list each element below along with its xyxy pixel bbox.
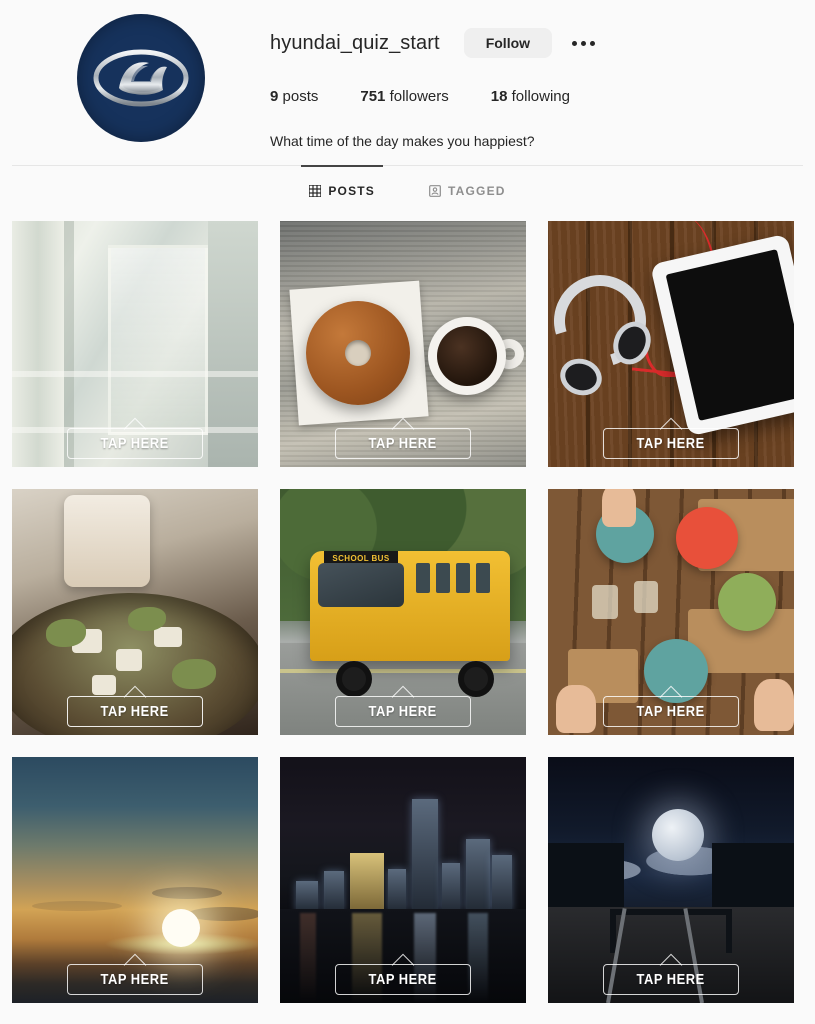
more-options-icon[interactable] (570, 35, 597, 52)
tap-here-label: TAP HERE (100, 703, 170, 720)
stat-following[interactable]: 18 following (491, 88, 570, 105)
tap-here-button[interactable]: TAP HERE (603, 428, 739, 459)
tap-here-button[interactable]: TAP HERE (67, 964, 203, 995)
tap-here-button[interactable]: TAP HERE (603, 964, 739, 995)
dot (590, 40, 596, 46)
tap-here-button[interactable]: TAP HERE (603, 696, 739, 727)
tap-here-button[interactable]: TAP HERE (335, 428, 471, 459)
grid-post-5[interactable]: SCHOOL BUS TAP HERE (280, 489, 526, 735)
tab-tagged[interactable]: TAGGED (429, 166, 506, 216)
profile-bio: What time of the day makes you happiest? (270, 133, 535, 149)
grid-post-3[interactable]: TAP HERE (548, 221, 794, 467)
stat-followers-label: followers (389, 88, 449, 105)
profile-tabs: POSTS TAGGED (12, 164, 803, 216)
dot (572, 40, 578, 46)
tap-here-button[interactable]: TAP HERE (335, 696, 471, 727)
profile-header: hyundai_quiz_start Follow 9 posts 751 fo… (0, 0, 815, 165)
grid-post-1[interactable]: TAP HERE (12, 221, 258, 467)
tap-here-button[interactable]: TAP HERE (67, 428, 203, 459)
stat-following-label: following (511, 88, 570, 105)
tap-here-label: TAP HERE (636, 971, 706, 988)
stat-following-value: 18 (490, 88, 508, 105)
username-row: hyundai_quiz_start Follow (270, 26, 803, 60)
tap-here-label: TAP HERE (100, 435, 170, 452)
posts-grid: TAP HERE TAP HERE TAP HERE TAP HERE SCHO… (0, 215, 815, 1003)
tap-here-label: TAP HERE (368, 971, 438, 988)
stat-posts-value: 9 (270, 88, 279, 105)
tab-posts-label: POSTS (328, 183, 376, 198)
grid-post-8[interactable]: TAP HERE (280, 757, 526, 1003)
tagged-person-icon (429, 184, 441, 197)
instagram-profile-page: hyundai_quiz_start Follow 9 posts 751 fo… (0, 0, 815, 1024)
tap-here-button[interactable]: TAP HERE (67, 696, 203, 727)
grid-post-9[interactable]: TAP HERE (548, 757, 794, 1003)
grid-post-2[interactable]: TAP HERE (280, 221, 526, 467)
profile-meta: hyundai_quiz_start Follow 9 posts 751 fo… (270, 12, 803, 165)
grid-post-4[interactable]: TAP HERE (12, 489, 258, 735)
tap-here-label: TAP HERE (100, 971, 170, 988)
hyundai-logo-icon (93, 49, 189, 107)
avatar[interactable] (77, 14, 205, 142)
tap-here-label: TAP HERE (368, 435, 438, 452)
page-title: hyundai_quiz_start (270, 31, 440, 54)
stats-row: 9 posts 751 followers 18 following (270, 88, 803, 105)
grid-icon (309, 184, 322, 197)
grid-post-7[interactable]: TAP HERE (12, 757, 258, 1003)
stat-followers-value: 751 (360, 88, 386, 105)
tap-here-label: TAP HERE (636, 435, 706, 452)
tab-posts[interactable]: POSTS (301, 164, 383, 216)
stat-followers[interactable]: 751 followers (360, 88, 448, 105)
avatar-container (12, 12, 270, 165)
tab-tagged-label: TAGGED (448, 183, 506, 198)
dot (581, 40, 587, 46)
tap-here-label: TAP HERE (636, 703, 706, 720)
tap-here-label: TAP HERE (368, 703, 438, 720)
grid-post-6[interactable]: TAP HERE (548, 489, 794, 735)
follow-button[interactable]: Follow (463, 28, 553, 58)
stat-posts[interactable]: 9 posts (270, 88, 318, 105)
tap-here-button[interactable]: TAP HERE (335, 964, 471, 995)
stat-posts-label: posts (282, 88, 319, 105)
